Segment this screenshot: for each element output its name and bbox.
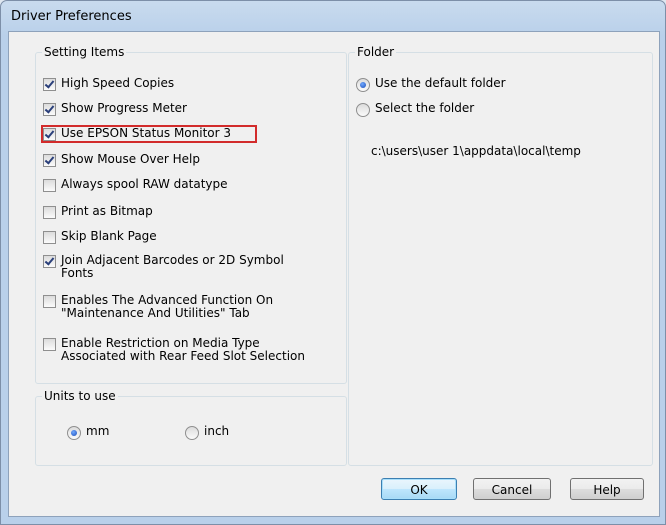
enables-advanced-function-checkbox[interactable]: Enables The Advanced Function On "Mainte…	[43, 294, 273, 320]
show-mouse-over-help-checkbox[interactable]: Show Mouse Over Help	[43, 153, 200, 167]
checkbox-label: Enable Restriction on Media Type Associa…	[61, 337, 305, 363]
checkbox-box[interactable]	[43, 255, 56, 268]
highlight-box	[41, 125, 257, 143]
checkbox-box[interactable]	[43, 231, 56, 244]
units-mm-radio[interactable]: mm	[67, 425, 109, 440]
checkbox-box[interactable]	[43, 338, 56, 351]
enable-restriction-media-type-checkbox[interactable]: Enable Restriction on Media Type Associa…	[43, 337, 305, 363]
checkbox-label-line2: "Maintenance And Utilities" Tab	[61, 306, 250, 320]
checkbox-label: Show Mouse Over Help	[61, 152, 200, 166]
checkbox-label: High Speed Copies	[61, 76, 175, 90]
checkbox-box[interactable]	[43, 103, 56, 116]
checkbox-label-line2: Associated with Rear Feed Slot Selection	[61, 349, 305, 363]
checkbox-label-line1: Join Adjacent Barcodes or 2D Symbol	[61, 253, 284, 267]
units-inch-radio[interactable]: inch	[185, 425, 229, 440]
window-title: Driver Preferences	[11, 9, 132, 24]
help-button[interactable]: Help	[570, 478, 644, 500]
checkbox-label: Enables The Advanced Function On "Mainte…	[61, 294, 273, 320]
join-adjacent-barcodes-checkbox[interactable]: Join Adjacent Barcodes or 2D Symbol Font…	[43, 254, 284, 280]
checkbox-box[interactable]	[43, 78, 56, 91]
checkbox-label: Always spool RAW datatype	[61, 177, 228, 191]
checkbox-label-line1: Enable Restriction on Media Type	[61, 336, 260, 350]
skip-blank-page-checkbox[interactable]: Skip Blank Page	[43, 230, 157, 244]
radio-circle[interactable]	[67, 426, 81, 440]
cancel-button[interactable]: Cancel	[473, 478, 551, 500]
always-spool-raw-checkbox[interactable]: Always spool RAW datatype	[43, 178, 228, 192]
ok-button[interactable]: OK	[381, 478, 457, 500]
print-as-bitmap-checkbox[interactable]: Print as Bitmap	[43, 205, 153, 219]
checkbox-label-line1: Enables The Advanced Function On	[61, 293, 274, 307]
folder-label: Folder	[355, 44, 397, 60]
checkbox-label: Print as Bitmap	[61, 204, 153, 218]
checkbox-label: Join Adjacent Barcodes or 2D Symbol Font…	[61, 254, 284, 280]
checkbox-label: Skip Blank Page	[61, 229, 157, 243]
dialog-client-area: Setting Items High Speed Copies Show Pro…	[8, 31, 660, 517]
driver-preferences-window: Driver Preferences Setting Items High Sp…	[0, 0, 666, 525]
use-default-folder-radio[interactable]: Use the default folder	[356, 77, 506, 92]
folder-path-text: c:\users\user 1\appdata\local\temp	[371, 144, 581, 158]
checkbox-box[interactable]	[43, 154, 56, 167]
radio-label: Use the default folder	[375, 76, 506, 90]
radio-circle[interactable]	[356, 103, 370, 117]
show-progress-meter-checkbox[interactable]: Show Progress Meter	[43, 102, 187, 116]
checkbox-label-line2: Fonts	[61, 266, 94, 280]
radio-circle[interactable]	[185, 426, 199, 440]
setting-items-label: Setting Items	[42, 44, 127, 60]
radio-label: mm	[86, 424, 110, 438]
high-speed-copies-checkbox[interactable]: High Speed Copies	[43, 77, 174, 91]
radio-label: inch	[204, 424, 230, 438]
checkbox-box[interactable]	[43, 295, 56, 308]
checkbox-label: Show Progress Meter	[61, 101, 187, 115]
checkbox-box[interactable]	[43, 206, 56, 219]
checkbox-box[interactable]	[43, 179, 56, 192]
radio-label: Select the folder	[375, 101, 475, 115]
units-label: Units to use	[42, 388, 118, 404]
radio-circle[interactable]	[356, 78, 370, 92]
select-folder-radio[interactable]: Select the folder	[356, 102, 474, 117]
